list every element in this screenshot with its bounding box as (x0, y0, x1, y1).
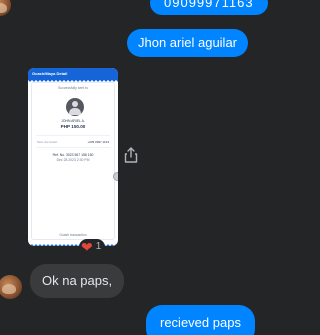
receipt-avatar (66, 98, 84, 116)
receipt-recipient: JOHN ARIEL A. (61, 119, 85, 123)
receipt-footer: Gcash transaction (59, 233, 87, 237)
receipt-side-circle (113, 172, 118, 181)
avatar[interactable] (0, 275, 22, 299)
message-name[interactable]: Jhon ariel aguilar (127, 29, 249, 57)
receipt-row-value: +639 0997 1163 (87, 140, 109, 144)
receipt-ref: Ref. No. 3023 567 158 150 (52, 153, 94, 157)
message-partial[interactable]: 09099971163 (150, 0, 268, 15)
receipt-body: Successfully sent to JOHN ARIEL A. PHP 1… (31, 82, 115, 240)
message-incoming[interactable]: Ok na paps, (30, 264, 125, 298)
message-text: Jhon ariel aguilar (138, 35, 238, 50)
receipt-image[interactable]: Gcash/Maya Detail Successfully sent to J… (28, 68, 118, 246)
receipt-date: Dec 28 2023 2:30 PM (56, 158, 90, 162)
heart-icon: ❤ (81, 239, 93, 255)
message-text: Ok na paps, (42, 273, 113, 288)
reaction-badge[interactable]: ❤ 1 (79, 239, 106, 255)
receipt-amount: PHP 150.00 (60, 124, 86, 129)
divider (36, 147, 110, 148)
message-last[interactable]: recieved paps (146, 305, 255, 335)
receipt-row-label: Sent via Gcash (37, 140, 58, 144)
message-text: recieved paps (160, 315, 241, 330)
message-text: 09099971163 (164, 0, 254, 10)
avatar[interactable] (0, 0, 11, 16)
receipt-header: Gcash/Maya Detail (28, 68, 118, 80)
reaction-count: 1 (95, 241, 102, 252)
receipt-title: Successfully sent to (58, 86, 88, 90)
share-icon[interactable] (124, 147, 138, 163)
divider (36, 135, 110, 136)
